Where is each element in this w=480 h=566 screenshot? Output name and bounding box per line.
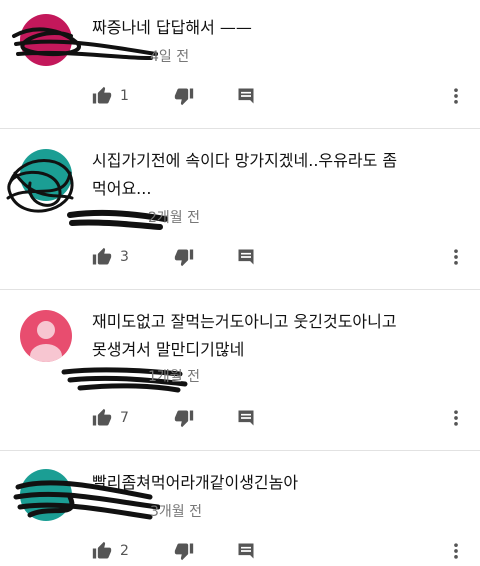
- comment-item: 빨리좀쳐먹어라개같이생긴놈아 3개월 전 2: [0, 451, 480, 566]
- like-count: 1: [120, 88, 129, 104]
- comment-icon: [236, 247, 256, 267]
- dislike-button[interactable]: [174, 406, 194, 430]
- comment-timestamp: 2개월 전: [148, 210, 200, 226]
- like-count: 3: [120, 249, 129, 265]
- reply-button[interactable]: [236, 245, 256, 269]
- like-button[interactable]: 1: [92, 84, 129, 108]
- more-options-button[interactable]: [448, 84, 464, 108]
- comment-icon: [236, 408, 256, 428]
- thumbs-down-icon: [174, 86, 194, 106]
- like-count: 2: [120, 543, 129, 559]
- more-options-button[interactable]: [448, 245, 464, 269]
- comment-actions: 3: [92, 245, 472, 269]
- dislike-button[interactable]: [174, 84, 194, 108]
- more-options-button[interactable]: [448, 539, 464, 563]
- comment-timestamp: 1개월 전: [148, 369, 200, 385]
- more-vert-icon: [448, 247, 464, 267]
- more-vert-icon: [448, 541, 464, 561]
- reply-button[interactable]: [236, 84, 256, 108]
- like-button[interactable]: 3: [92, 245, 129, 269]
- dislike-button[interactable]: [174, 245, 194, 269]
- comment-text: 짜증나네 답답해서 ——: [92, 18, 252, 37]
- avatar[interactable]: [20, 310, 72, 362]
- more-vert-icon: [448, 408, 464, 428]
- thumbs-up-icon: [92, 86, 112, 106]
- comment-actions: 1: [92, 84, 472, 108]
- comment-text: 재미도없고 잘먹는거도아니고 웃긴것도아니고 못생겨서 말만디기많네: [92, 312, 397, 359]
- dislike-button[interactable]: [174, 539, 194, 563]
- thumbs-down-icon: [174, 247, 194, 267]
- comment-item: 시집가기전에 속이다 망가지겠네..우유라도 좀 먹어요... 2개월 전 3: [0, 129, 480, 289]
- like-button[interactable]: 2: [92, 539, 129, 563]
- reply-button[interactable]: [236, 539, 256, 563]
- default-avatar-icon: [30, 321, 62, 362]
- comment-actions: 7: [92, 406, 472, 430]
- thumbs-down-icon: [174, 541, 194, 561]
- reply-button[interactable]: [236, 406, 256, 430]
- comment-item: 재미도없고 잘먹는거도아니고 웃긴것도아니고 못생겨서 말만디기많네 1개월 전…: [0, 290, 480, 450]
- thumbs-up-icon: [92, 408, 112, 428]
- more-options-button[interactable]: [448, 406, 464, 430]
- more-vert-icon: [448, 86, 464, 106]
- comment-timestamp: 4일 전: [150, 49, 190, 65]
- comment-timestamp: 3개월 전: [150, 504, 202, 520]
- comment-icon: [236, 86, 256, 106]
- like-count: 7: [120, 410, 129, 426]
- like-button[interactable]: 7: [92, 406, 129, 430]
- thumbs-up-icon: [92, 247, 112, 267]
- comment-actions: 2: [92, 539, 472, 563]
- comment-icon: [236, 541, 256, 561]
- comment-item: 짜증나네 답답해서 —— 4일 전 1: [0, 0, 480, 128]
- thumbs-down-icon: [174, 408, 194, 428]
- comment-text: 빨리좀쳐먹어라개같이생긴놈아: [92, 473, 299, 492]
- comment-text: 시집가기전에 속이다 망가지겠네..우유라도 좀 먹어요...: [92, 151, 398, 198]
- thumbs-up-icon: [92, 541, 112, 561]
